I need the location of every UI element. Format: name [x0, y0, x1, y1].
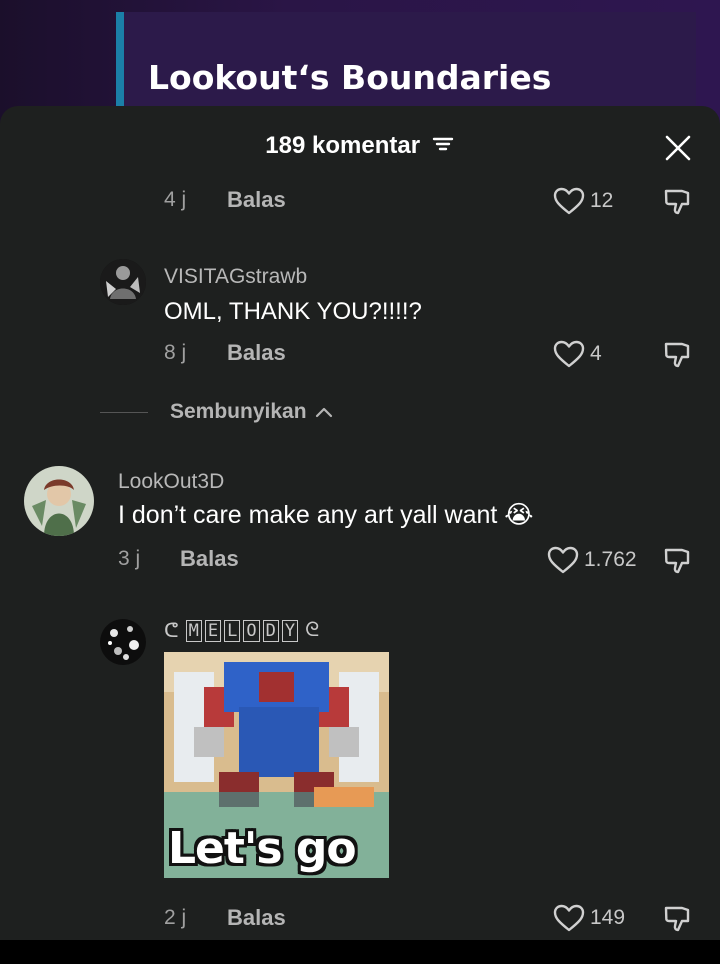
comment-time: 4 j: [164, 188, 187, 211]
thumbs-down-icon[interactable]: [662, 339, 694, 376]
like-button[interactable]: 1.762: [546, 545, 637, 575]
heart-outline-icon: [547, 546, 579, 574]
hide-replies-label: Sembunyikan: [170, 400, 307, 423]
chevron-up-icon: [315, 407, 332, 418]
video-title: Lookout‘s Boundaries: [148, 58, 552, 97]
avatar[interactable]: [24, 466, 94, 536]
divider: [100, 411, 148, 413]
username-letter: D: [262, 619, 279, 642]
like-count: 4: [590, 342, 602, 365]
bottom-bar: [0, 940, 720, 964]
heart-outline-icon: [553, 340, 585, 368]
avatar[interactable]: [100, 619, 146, 665]
comment-username[interactable]: ᕦ M E L O D Y ᘓ: [164, 618, 319, 643]
username-letter: M: [185, 619, 202, 642]
like-count: 1.762: [584, 548, 637, 571]
username-suffix: ᘓ: [305, 619, 320, 641]
like-button[interactable]: 149: [552, 903, 625, 933]
thumbs-down-icon[interactable]: [662, 545, 694, 582]
comment-username[interactable]: LookOut3D: [118, 470, 224, 494]
comment-time: 2 j: [164, 906, 187, 929]
heart-outline-icon: [553, 904, 585, 932]
like-count: 12: [590, 189, 614, 212]
like-count: 149: [590, 906, 626, 929]
username-letter: E: [204, 619, 222, 642]
like-button[interactable]: 12: [552, 186, 613, 216]
comment-time: 3 j: [118, 547, 141, 570]
username-letter: Y: [281, 619, 299, 642]
comments-sheet: 189 komentar 4 j Balas 12 VISITAGstrawb …: [0, 106, 720, 964]
avatar[interactable]: [100, 259, 146, 305]
comment-time: 8 j: [164, 341, 187, 364]
comment-item: VISITAGstrawb OML, THANK YOU?!!!!? 8 j B…: [0, 246, 720, 376]
reply-button[interactable]: Balas: [227, 905, 286, 931]
reply-button[interactable]: Balas: [180, 546, 239, 572]
username-prefix: ᕦ: [164, 620, 179, 642]
username-letter: L: [224, 619, 241, 642]
reply-button[interactable]: Balas: [227, 187, 286, 213]
comment-text: OML, THANK YOU?!!!!?: [164, 298, 422, 325]
thumbs-down-icon[interactable]: [662, 903, 694, 940]
video-accent-bar: [116, 12, 124, 112]
comment-username[interactable]: VISITAGstrawb: [164, 265, 307, 289]
sticker-image[interactable]: Let's go: [164, 652, 389, 878]
reply-button[interactable]: Balas: [227, 340, 286, 366]
username-letter: O: [243, 619, 260, 642]
like-button[interactable]: 4: [552, 339, 602, 369]
comment-item: LookOut3D I don’t care make any art yall…: [0, 456, 720, 586]
hide-replies-button[interactable]: Sembunyikan: [100, 400, 335, 424]
comment-text: I don’t care make any art yall want 😭: [118, 501, 534, 529]
thumbs-down-icon[interactable]: [662, 186, 694, 223]
heart-outline-icon: [553, 187, 585, 215]
sticker-caption: Let's go: [168, 823, 357, 874]
comment-item: 4 j Balas 12: [0, 106, 720, 226]
